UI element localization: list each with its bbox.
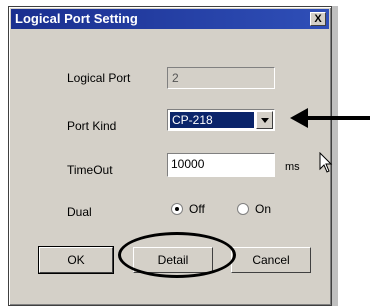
timeout-unit: ms: [285, 161, 300, 173]
arrow-shaft: [304, 116, 370, 120]
logical-port-label: Logical Port: [67, 71, 131, 85]
dual-on-label[interactable]: On: [255, 202, 271, 216]
radio-selected-dot: [175, 207, 179, 211]
timeout-input[interactable]: 10000: [167, 153, 275, 177]
dual-off-radio[interactable]: [171, 203, 183, 215]
cancel-button[interactable]: Cancel: [231, 247, 311, 273]
highlight-ellipse: [118, 232, 236, 278]
chevron-down-icon: [261, 118, 269, 123]
logical-port-field: 2: [167, 67, 275, 89]
mouse-cursor-icon: [319, 152, 333, 173]
ok-button[interactable]: OK: [38, 246, 114, 274]
port-kind-selected: CP-218: [170, 112, 254, 128]
dual-label: Dual: [67, 205, 92, 219]
close-button[interactable]: X: [310, 12, 326, 26]
logical-port-value: 2: [172, 71, 179, 85]
port-kind-dropdown-button[interactable]: [256, 111, 273, 129]
port-kind-dropdown[interactable]: CP-218: [167, 109, 275, 131]
timeout-value: 10000: [171, 157, 205, 171]
timeout-label: TimeOut: [67, 163, 113, 177]
dual-off-label[interactable]: Off: [189, 202, 205, 216]
dual-on-radio[interactable]: [237, 203, 249, 215]
title-bar[interactable]: Logical Port Setting X: [11, 9, 329, 29]
port-kind-label: Port Kind: [67, 119, 117, 133]
dialog-title: Logical Port Setting: [15, 11, 138, 26]
